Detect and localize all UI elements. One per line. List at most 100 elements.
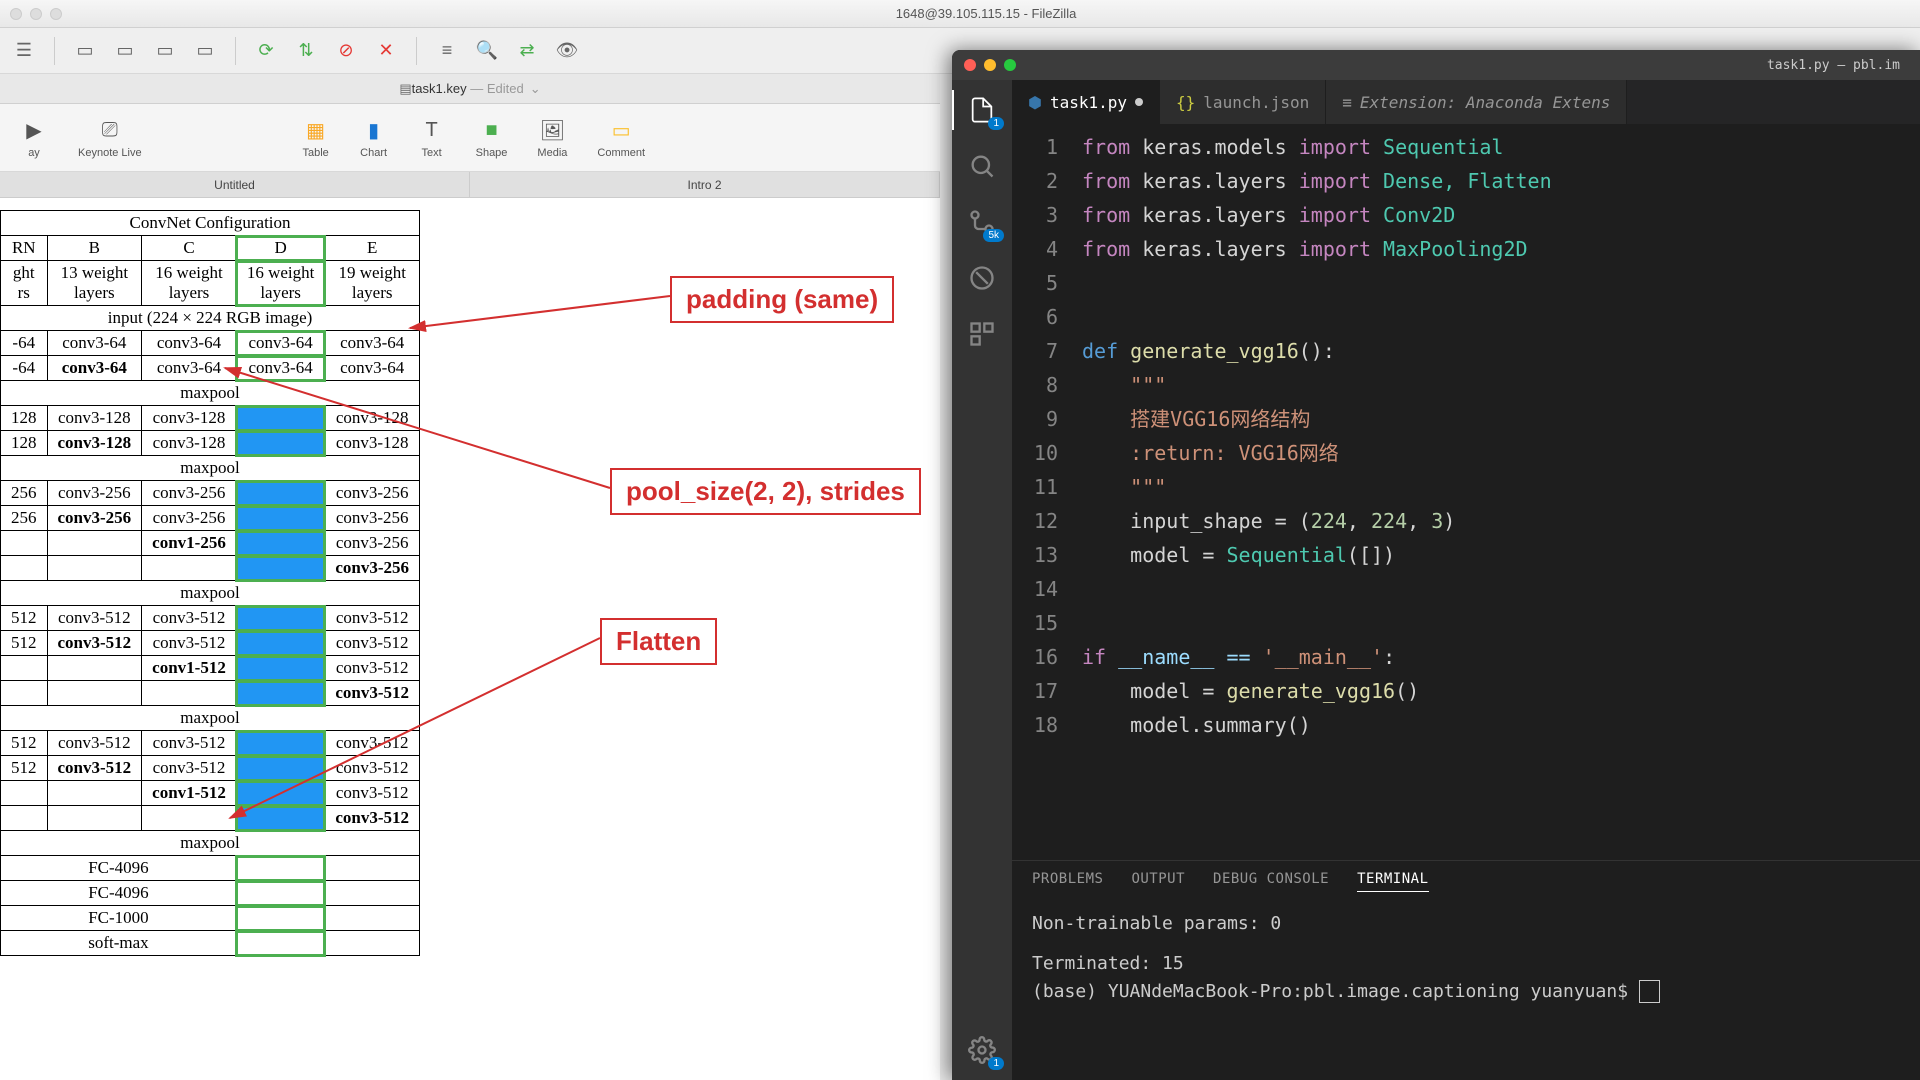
process-queue-icon[interactable]: ⇅ [292, 37, 320, 65]
cell: conv1-512 [142, 656, 237, 681]
maximize-icon[interactable] [50, 8, 62, 20]
chart-button[interactable]: ▮Chart [360, 116, 388, 159]
cell: conv3-128 [47, 406, 142, 431]
terminal-content[interactable]: Non-trainable params: 0 Terminated: 15 (… [1012, 902, 1920, 1080]
python-icon: ⬢ [1028, 93, 1042, 112]
slide-tab-untitled[interactable]: Untitled [0, 172, 470, 197]
cell [236, 781, 325, 806]
scm-badge: 5k [983, 229, 1004, 242]
extensions-icon[interactable] [966, 318, 998, 350]
cell: conv3-256 [325, 531, 420, 556]
cell [47, 806, 142, 831]
cell: 512 [1, 631, 48, 656]
cell: 512 [1, 731, 48, 756]
cell [142, 806, 237, 831]
close-icon[interactable] [10, 8, 22, 20]
panel-tab-output[interactable]: OUTPUT [1131, 871, 1185, 892]
minimize-icon[interactable] [30, 8, 42, 20]
settings-icon[interactable]: 1 [966, 1034, 998, 1066]
vscode-window: task1.py — pbl.im 1 5k 1 [952, 50, 1920, 1080]
cell: conv1-512 [142, 781, 237, 806]
terminal-line: Terminated: 15 [1032, 950, 1900, 978]
cell [236, 431, 325, 456]
filezilla-traffic-lights[interactable] [10, 8, 62, 20]
tab-extension[interactable]: ≡ Extension: Anaconda Extens [1326, 80, 1627, 124]
cell: conv3-64 [142, 331, 237, 356]
line-number: 14 [1012, 572, 1082, 606]
convnet-title: ConvNet Configuration [1, 211, 420, 236]
tab-label: Extension: Anaconda Extens [1360, 93, 1610, 112]
maxpool-row: maxpool [1, 581, 420, 606]
cell [47, 681, 142, 706]
cell: conv3-256 [47, 481, 142, 506]
line-number: 9 [1012, 402, 1082, 436]
cell [47, 556, 142, 581]
cell: conv3-256 [142, 481, 237, 506]
tab-launch[interactable]: {} launch.json [1160, 80, 1326, 124]
cell: conv3-64 [236, 331, 325, 356]
cell: conv3-64 [236, 356, 325, 381]
vscode-traffic-lights[interactable] [964, 59, 1016, 71]
disconnect-icon[interactable]: ✕ [372, 37, 400, 65]
media-button[interactable]: 🖼Media [537, 116, 567, 159]
line-number: 13 [1012, 538, 1082, 572]
cell [236, 631, 325, 656]
maxpool-row: maxpool [1, 706, 420, 731]
binoculars-icon[interactable]: 👁 [553, 37, 581, 65]
cell: 13 weightlayers [47, 261, 142, 306]
maximize-icon[interactable] [1004, 59, 1016, 71]
maxpool-row: maxpool [1, 456, 420, 481]
cell: conv3-512 [325, 756, 420, 781]
toggle-remote-icon[interactable]: ▭ [151, 37, 179, 65]
compare-icon[interactable]: ⇄ [513, 37, 541, 65]
explorer-icon[interactable]: 1 [966, 94, 998, 126]
sitemanager-icon[interactable]: ☰ [10, 37, 38, 65]
toggle-local-icon[interactable]: ▭ [111, 37, 139, 65]
scm-icon[interactable]: 5k [966, 206, 998, 238]
vscode-editor[interactable]: 1from keras.models import Sequential 2fr… [1012, 124, 1920, 860]
toggle-log-icon[interactable]: ▭ [71, 37, 99, 65]
shape-button[interactable]: ■Shape [476, 116, 508, 159]
cell: conv3-128 [325, 431, 420, 456]
line-number: 8 [1012, 368, 1082, 402]
keynote-doc-tab[interactable]: ▤ task1.key — Edited ⌄ [0, 74, 940, 104]
refresh-icon[interactable]: ⟳ [252, 37, 280, 65]
vscode-titlebar[interactable]: task1.py — pbl.im [952, 50, 1920, 80]
play-button[interactable]: ▶ay [20, 116, 48, 159]
debug-icon[interactable] [966, 262, 998, 294]
col-c: C [142, 236, 237, 261]
cell [236, 606, 325, 631]
search-icon[interactable]: 🔍 [473, 37, 501, 65]
toggle-queue-icon[interactable]: ▭ [191, 37, 219, 65]
doc-icon: ▤ [399, 81, 411, 97]
chevron-down-icon[interactable]: ⌄ [530, 81, 541, 97]
panel-tab-problems[interactable]: PROBLEMS [1032, 871, 1103, 892]
cell: conv1-256 [142, 531, 237, 556]
minimize-icon[interactable] [984, 59, 996, 71]
tab-task1[interactable]: ⬢ task1.py [1012, 80, 1160, 124]
filter-icon[interactable]: ≡ [433, 37, 461, 65]
slide-tab-intro2[interactable]: Intro 2 [470, 172, 940, 197]
cell [142, 681, 237, 706]
cell [1, 781, 48, 806]
close-icon[interactable] [964, 59, 976, 71]
line-number: 18 [1012, 708, 1082, 742]
text-button[interactable]: TText [418, 116, 446, 159]
vscode-activity-bar: 1 5k 1 [952, 80, 1012, 1080]
comment-button[interactable]: ▭Comment [597, 116, 645, 159]
keynote-live-button[interactable]: ⎚Keynote Live [78, 116, 142, 159]
cell: conv3-512 [47, 731, 142, 756]
cell: conv3-64 [142, 356, 237, 381]
cell: -64 [1, 356, 48, 381]
cell [236, 556, 325, 581]
search-icon[interactable] [966, 150, 998, 182]
cell: ghtrs [1, 261, 48, 306]
table-button[interactable]: ▦Table [302, 116, 330, 159]
vscode-panel: PROBLEMS OUTPUT DEBUG CONSOLE TERMINAL N… [1012, 860, 1920, 1080]
panel-tab-debug[interactable]: DEBUG CONSOLE [1213, 871, 1329, 892]
keynote-canvas[interactable]: ConvNet Configuration RN B C D E ghtrs 1… [0, 198, 940, 1078]
panel-tab-terminal[interactable]: TERMINAL [1357, 871, 1428, 892]
doc-filename: task1.key [412, 81, 467, 96]
cancel-icon[interactable]: ⊘ [332, 37, 360, 65]
fc-row: FC-4096 [1, 881, 237, 906]
